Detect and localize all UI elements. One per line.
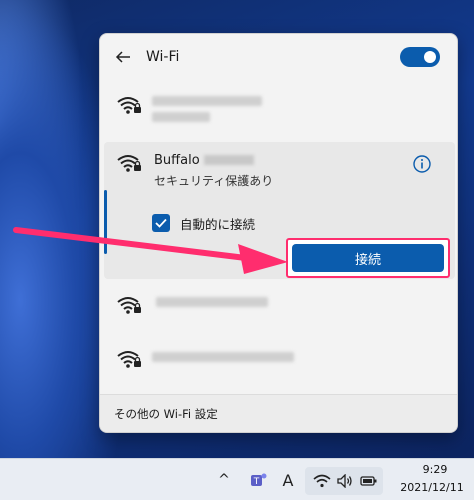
selection-indicator (104, 190, 107, 254)
svg-text:T: T (253, 477, 260, 487)
connect-button[interactable]: 接続 (292, 244, 444, 272)
more-wifi-settings-link[interactable]: その他の Wi-Fi 設定 (114, 406, 218, 422)
wifi-status-icon (313, 474, 331, 488)
blurred-network-detail (152, 112, 210, 122)
toggle-knob (424, 51, 436, 63)
network-list-item[interactable] (100, 286, 457, 334)
back-arrow-icon[interactable] (114, 48, 132, 66)
blurred-ssid-suffix (204, 155, 254, 165)
network-list-item[interactable] (100, 340, 457, 388)
flyout-header: Wi-Fi (100, 34, 457, 84)
wifi-toggle[interactable] (400, 47, 440, 67)
ime-indicator[interactable]: A (278, 459, 298, 500)
flyout-footer: その他の Wi-Fi 設定 (100, 395, 457, 432)
network-ssid: Buffalo (154, 153, 200, 168)
blurred-network-name (156, 297, 268, 307)
checkmark-icon (155, 218, 167, 228)
teams-icon[interactable]: T (246, 459, 270, 500)
taskbar: ^ T A 9:29 2021/12/11 (0, 458, 474, 500)
network-security-status: セキュリティ保護あり (154, 174, 274, 188)
blurred-network-name (152, 96, 262, 106)
annotation-highlight-box: 接続 (286, 238, 450, 278)
selected-network-item[interactable]: Buffalo セキュリティ保護あり 自動的に接続 接続 (104, 142, 455, 279)
quick-settings-tray[interactable] (305, 467, 383, 495)
info-icon[interactable] (412, 154, 432, 174)
secured-wifi-icon (117, 155, 141, 172)
clock-time[interactable]: 9:29 (400, 463, 470, 476)
secured-wifi-icon (117, 351, 141, 368)
clock-date[interactable]: 2021/12/11 (392, 481, 472, 494)
auto-connect-checkbox[interactable] (152, 214, 170, 232)
flyout-title: Wi-Fi (146, 49, 180, 65)
secured-wifi-icon (117, 297, 141, 314)
auto-connect-label: 自動的に接続 (180, 217, 256, 232)
volume-icon (337, 474, 352, 488)
blurred-network-name (152, 352, 294, 362)
secured-wifi-icon (117, 97, 141, 114)
show-hidden-icons-chevron[interactable]: ^ (214, 459, 234, 500)
network-list-item[interactable] (100, 90, 457, 138)
battery-icon (360, 476, 377, 486)
wifi-flyout: Wi-Fi Buffalo セキュリティ保護あり 自動的に接続 接続 その他の … (99, 33, 458, 433)
